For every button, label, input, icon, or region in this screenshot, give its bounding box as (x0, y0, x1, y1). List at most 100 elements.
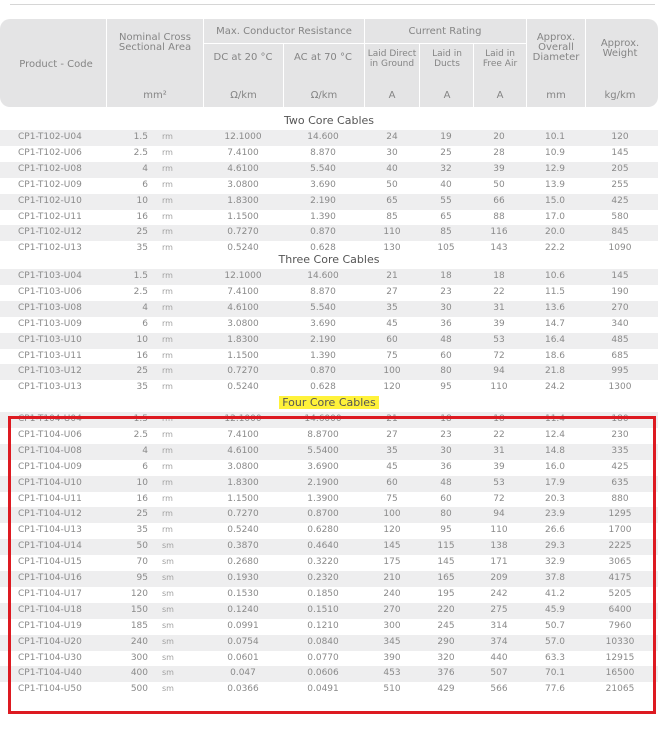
table-cell: 485 (611, 334, 629, 345)
table-cell: 120 (611, 132, 629, 142)
table-cell: 4 (142, 302, 148, 313)
table-cell: 6 (142, 318, 148, 329)
table-cell: rm (162, 195, 173, 205)
table-cell: 0.870 (310, 227, 336, 238)
table-cell: 7.4100 (227, 147, 259, 158)
table-cell: CP1-T102-U11 (18, 211, 82, 222)
table-cell: 10.6 (544, 271, 566, 281)
table-cell: 18 (493, 271, 505, 281)
table-cell: 120 (383, 382, 401, 393)
table-cell: CP1-T103-U13 (18, 382, 82, 393)
header-dc: DC at 20 °C (213, 52, 273, 63)
table-cell: 11.5 (544, 286, 566, 297)
header-divider (283, 43, 284, 107)
header-ac: AC at 70 °C (294, 52, 352, 63)
table-cell: 39 (493, 318, 505, 329)
table-cell: 24.2 (544, 382, 566, 393)
table-row: CP1-T103-U13 35 rm 0.5240 0.628 120 95 110 24.2 1… (0, 380, 658, 396)
section-title-text: Two Core Cables (283, 114, 375, 127)
table-cell: CP1-T103-U12 (18, 366, 82, 377)
table-cell: 16 (136, 350, 148, 361)
table-cell: 60 (440, 350, 452, 361)
table-cell: 2.5 (133, 286, 148, 297)
table-cell: 145 (611, 147, 629, 158)
table-cell: 110 (383, 227, 401, 238)
table-cell: 35 (136, 243, 148, 254)
section-title: Four Core Cables (0, 396, 658, 409)
table-cell: 10 (136, 195, 148, 206)
section-title-text: Three Core Cables (278, 253, 380, 266)
table-cell: 105 (437, 243, 455, 254)
table-cell: rm (162, 334, 173, 344)
table-cell: 30 (440, 302, 452, 313)
table-cell: rm (162, 382, 173, 392)
table-cell: 0.7270 (227, 227, 259, 238)
table-row: CP1-T103-U04 1.5 rm 12.1000 14.600 21 18 18 10.6… (0, 269, 658, 285)
header-max-resistance: Max. Conductor Resistance (216, 26, 352, 37)
table-cell: CP1-T103-U10 (18, 334, 82, 345)
section-title: Three Core Cables (0, 253, 658, 266)
table-cell: rm (162, 227, 173, 237)
table-row: CP1-T103-U10 10 rm 1.8300 2.190 60 48 53 16.4 485 (0, 332, 658, 349)
table-cell: 1.1500 (227, 211, 259, 222)
table-cell: CP1-T103-U06 (18, 286, 82, 297)
unit-a-ground: A (388, 90, 396, 101)
table-cell: 30 (386, 147, 398, 158)
table-row: CP1-T103-U12 25 rm 0.7270 0.870 100 80 94 21.8 99… (0, 364, 658, 381)
table-cell: CP1-T102-U12 (18, 227, 82, 238)
table-cell: 21 (386, 271, 398, 281)
table-header: Product - Code Nominal Cross Sectional A… (0, 19, 658, 107)
table-cell: 35 (386, 302, 398, 313)
table-cell: 32 (440, 163, 452, 174)
table-cell: 40 (386, 163, 398, 174)
table-cell: 3.0800 (227, 318, 259, 329)
table-cell: 72 (493, 350, 505, 361)
table-cell: rm (162, 163, 173, 173)
highlight-box (8, 416, 656, 714)
table-cell: 60 (386, 334, 398, 345)
table-cell: 1.1500 (227, 350, 259, 361)
table-cell: 340 (611, 318, 629, 329)
table-cell: 4.6100 (227, 163, 259, 174)
table-cell: 17.0 (544, 211, 566, 222)
unit-a-ducts: A (443, 90, 451, 101)
table-cell: 22 (493, 286, 505, 297)
table-cell: 36 (440, 318, 452, 329)
table-cell: 7.4100 (227, 286, 259, 297)
table-cell: rm (162, 366, 173, 376)
table-cell: 2.190 (310, 195, 336, 206)
section-title: Two Core Cables (0, 114, 658, 127)
table-row: CP1-T103-U08 4 rm 4.6100 5.540 35 30 31 13.6 270 (0, 300, 658, 317)
table-cell: 88 (493, 211, 505, 222)
table-cell: 21.8 (544, 366, 566, 377)
table-cell: 116 (490, 227, 508, 238)
table-cell: 16.4 (544, 334, 566, 345)
table-cell: 8.870 (310, 147, 336, 158)
table-row: CP1-T103-U11 16 rm 1.1500 1.390 75 60 72 18.6 685 (0, 349, 658, 365)
header-divider (526, 19, 527, 107)
table-cell: rm (162, 271, 173, 280)
table-cell: 0.628 (310, 382, 336, 393)
table-cell: 50 (493, 179, 505, 190)
header-laid-ducts: Laid in Ducts (432, 49, 462, 69)
table-cell: 100 (383, 366, 401, 377)
table-cell: 95 (440, 382, 452, 393)
unit-dc: Ω/km (230, 90, 257, 101)
table-cell: 0.5240 (227, 382, 259, 393)
header-product-code: Product - Code (19, 59, 93, 70)
table-cell: CP1-T103-U04 (18, 271, 82, 281)
table-cell: 94 (493, 366, 505, 377)
table-cell: 1300 (608, 382, 632, 393)
table-cell: 19 (440, 132, 452, 142)
table-cell: 85 (440, 227, 452, 238)
table-cell: 5.540 (310, 302, 336, 313)
table-cell: 4 (142, 163, 148, 174)
table-cell: 1.8300 (227, 195, 259, 206)
table-cell: CP1-T102-U13 (18, 243, 82, 254)
table-cell: 50 (386, 179, 398, 190)
table-cell: 685 (611, 350, 629, 361)
table-cell: 845 (611, 227, 629, 238)
table-cell: 4.6100 (227, 302, 259, 313)
table-cell: 1.5 (133, 132, 148, 142)
table-cell: rm (162, 302, 173, 312)
